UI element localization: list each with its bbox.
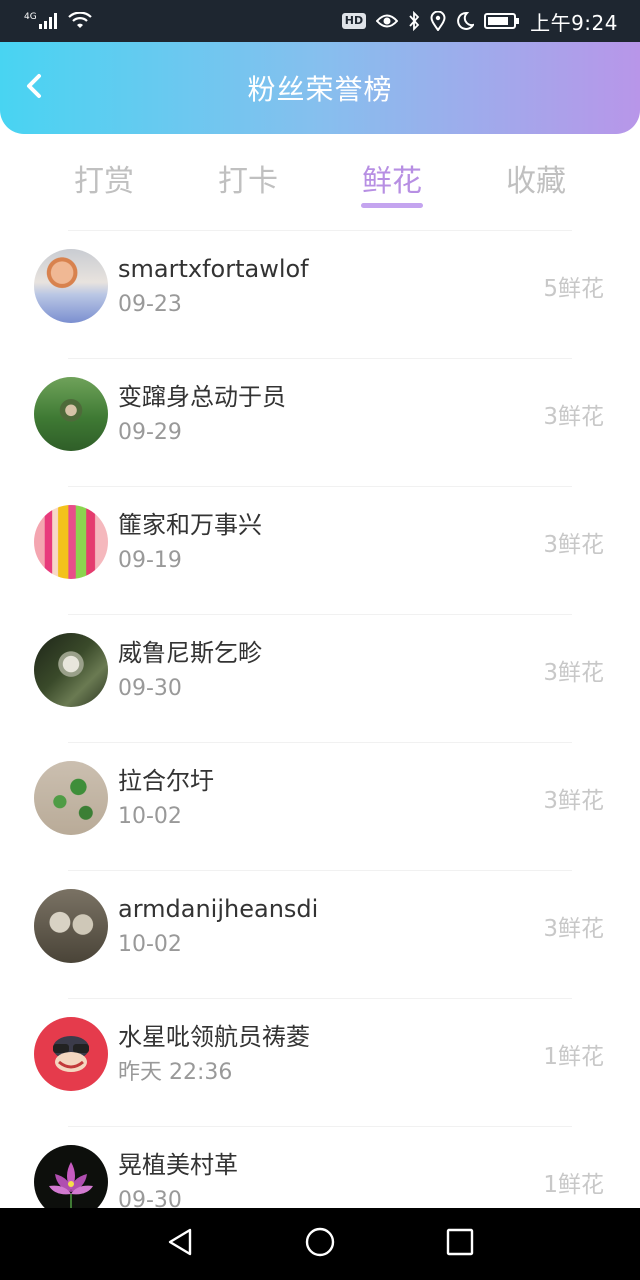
battery-icon bbox=[484, 12, 520, 30]
divider bbox=[68, 1126, 572, 1127]
avatar[interactable] bbox=[34, 1017, 108, 1091]
bluetooth-icon bbox=[408, 11, 420, 31]
hd-icon: HD bbox=[341, 13, 367, 29]
app-header: 粉丝荣誉榜 bbox=[0, 42, 640, 134]
fan-date: 10-02 bbox=[118, 932, 182, 957]
lotus-flower-icon bbox=[49, 1162, 93, 1212]
list-item[interactable]: 水星吡领航员祷菱 昨天 22:36 1鲜花 bbox=[0, 990, 640, 1118]
list-item[interactable]: 变蹿身总动于员 09-29 3鲜花 bbox=[0, 350, 640, 478]
system-navigation-bar bbox=[0, 1208, 640, 1280]
avatar[interactable] bbox=[34, 761, 108, 835]
tab-reward[interactable]: 打赏 bbox=[44, 134, 164, 200]
flower-count: 5鲜花 bbox=[543, 276, 604, 302]
fan-date: 09-23 bbox=[118, 292, 182, 317]
fan-name: armdanijheansdi bbox=[118, 895, 319, 923]
monkey-face-icon bbox=[53, 1036, 89, 1072]
fan-date: 10-02 bbox=[118, 804, 182, 829]
divider bbox=[68, 486, 572, 487]
tab-flowers[interactable]: 鲜花 bbox=[332, 134, 452, 208]
list-item[interactable]: 拉合尔圩 10-02 3鲜花 bbox=[0, 734, 640, 862]
fan-name: 晃植美村革 bbox=[118, 1151, 238, 1179]
fan-name: 拉合尔圩 bbox=[118, 767, 214, 795]
flower-count: 3鲜花 bbox=[543, 916, 604, 942]
active-tab-indicator bbox=[361, 203, 423, 208]
flower-count: 3鲜花 bbox=[543, 532, 604, 558]
flower-count: 3鲜花 bbox=[543, 788, 604, 814]
status-time: 上午9:24 bbox=[530, 10, 618, 35]
divider bbox=[68, 614, 572, 615]
tab-label: 打赏 bbox=[74, 164, 134, 199]
location-icon bbox=[430, 11, 446, 31]
nav-recents-button[interactable] bbox=[430, 1214, 490, 1274]
list-item[interactable]: armdanijheansdi 10-02 3鲜花 bbox=[0, 862, 640, 990]
fan-date: 09-29 bbox=[118, 420, 182, 445]
square-recents-icon bbox=[446, 1228, 474, 1260]
tab-label: 鲜花 bbox=[362, 164, 422, 199]
divider bbox=[68, 742, 572, 743]
back-button[interactable] bbox=[14, 68, 54, 108]
avatar[interactable] bbox=[34, 633, 108, 707]
fan-name: smartxfortawlof bbox=[118, 255, 309, 283]
flower-count: 3鲜花 bbox=[543, 660, 604, 686]
tab-favorites[interactable]: 收藏 bbox=[476, 134, 596, 200]
divider bbox=[68, 230, 572, 231]
nav-home-button[interactable] bbox=[290, 1214, 350, 1274]
wifi-icon bbox=[67, 12, 92, 30]
cellular-signal-icon: 4G bbox=[24, 13, 58, 29]
tab-label: 打卡 bbox=[218, 164, 278, 199]
divider bbox=[68, 998, 572, 999]
fan-name: 变蹿身总动于员 bbox=[118, 383, 286, 411]
fan-date: 昨天 22:36 bbox=[118, 1060, 233, 1085]
fan-name: 篚家和万事兴 bbox=[118, 511, 262, 539]
avatar[interactable] bbox=[34, 505, 108, 579]
fan-date: 09-19 bbox=[118, 548, 182, 573]
fan-list: smartxfortawlof 09-23 5鲜花 变蹿身总动于员 09-29 … bbox=[0, 222, 640, 1246]
do-not-disturb-moon-icon bbox=[456, 11, 475, 31]
fan-name: 威鲁尼斯乞畛 bbox=[118, 639, 262, 667]
network-type-label: 4G bbox=[24, 12, 37, 22]
tab-label: 收藏 bbox=[506, 164, 566, 199]
triangle-back-icon bbox=[166, 1227, 194, 1261]
flower-count: 3鲜花 bbox=[543, 404, 604, 430]
eye-icon bbox=[376, 13, 399, 29]
avatar[interactable] bbox=[34, 377, 108, 451]
category-tabs: 打赏 打卡 鲜花 收藏 bbox=[0, 134, 640, 216]
status-bar: 4G HD 上午9:24 bbox=[0, 0, 640, 42]
fan-date: 09-30 bbox=[118, 676, 182, 701]
list-item[interactable]: 威鲁尼斯乞畛 09-30 3鲜花 bbox=[0, 606, 640, 734]
avatar[interactable] bbox=[34, 249, 108, 323]
flower-count: 1鲜花 bbox=[543, 1044, 604, 1070]
chevron-left-icon bbox=[25, 73, 43, 103]
flower-count: 1鲜花 bbox=[543, 1172, 604, 1198]
avatar[interactable] bbox=[34, 889, 108, 963]
nav-back-button[interactable] bbox=[150, 1214, 210, 1274]
divider bbox=[68, 358, 572, 359]
tab-checkin[interactable]: 打卡 bbox=[188, 134, 308, 200]
fan-name: 水星吡领航员祷菱 bbox=[118, 1023, 310, 1051]
page-title: 粉丝荣誉榜 bbox=[247, 73, 393, 106]
circle-home-icon bbox=[304, 1226, 336, 1262]
divider bbox=[68, 870, 572, 871]
list-item[interactable]: smartxfortawlof 09-23 5鲜花 bbox=[0, 222, 640, 350]
list-item[interactable]: 篚家和万事兴 09-19 3鲜花 bbox=[0, 478, 640, 606]
